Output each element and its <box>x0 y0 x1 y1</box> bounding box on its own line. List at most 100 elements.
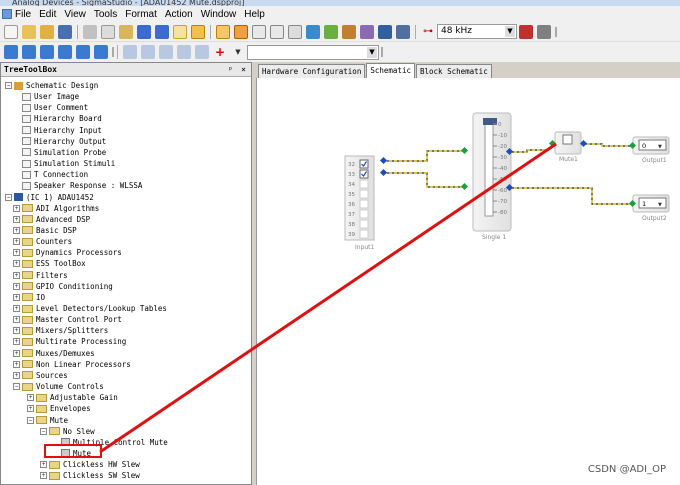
collapse-icon[interactable]: − <box>27 416 34 424</box>
collapse-icon[interactable]: − <box>40 427 47 435</box>
tree-item[interactable]: + Muxes/Demuxes <box>13 348 95 359</box>
tree-item[interactable]: − Schematic Design <box>5 80 98 91</box>
expand-icon[interactable]: + <box>13 338 20 346</box>
tree-item[interactable]: + Level Detectors/Lookup Tables <box>13 303 167 314</box>
menu-format[interactable]: Format <box>125 9 157 20</box>
input-channel-checkbox[interactable] <box>359 159 369 169</box>
expand-icon[interactable]: + <box>40 472 47 480</box>
tab-hardware-configuration[interactable]: Hardware Configuration <box>258 64 366 78</box>
tree-item[interactable]: + ADI Algorithms <box>13 203 99 214</box>
tree-item[interactable]: − Mute <box>27 415 68 426</box>
grid-icon[interactable] <box>191 24 205 39</box>
output1-block[interactable]: 0 ▼ Output1 <box>632 136 670 164</box>
expand-icon[interactable]: + <box>13 271 20 279</box>
snap-icon[interactable] <box>173 24 187 39</box>
menu-tools[interactable]: Tools <box>94 9 117 20</box>
align-bottom-icon[interactable] <box>76 45 90 59</box>
input-channel-checkbox[interactable] <box>359 189 369 199</box>
align-top-icon[interactable] <box>58 45 72 59</box>
input-block[interactable]: 32 33 34 35 36 37 38 39 Input1 <box>344 155 375 251</box>
save-icon[interactable] <box>58 24 72 39</box>
align-icon[interactable] <box>216 24 230 39</box>
module-search-combo[interactable]: ▼ <box>247 44 379 60</box>
add-icon[interactable]: + <box>213 45 227 59</box>
tree-item[interactable]: + GPIO Conditioning <box>13 281 113 292</box>
tree-item[interactable]: + Clickless SW Slew <box>40 470 140 481</box>
tab-block-schematic[interactable]: Block Schematic <box>415 64 492 78</box>
expand-icon[interactable]: + <box>13 316 20 324</box>
input-channel-checkbox[interactable] <box>359 179 369 189</box>
compile-icon[interactable] <box>324 24 338 39</box>
expand-icon[interactable]: + <box>13 360 20 368</box>
dropdown-icon[interactable]: ▼ <box>231 45 245 59</box>
expand-icon[interactable]: + <box>13 249 20 257</box>
expand-icon[interactable]: + <box>13 238 20 246</box>
expand-icon[interactable]: + <box>13 293 20 301</box>
tree-item[interactable]: + Adjustable Gain <box>27 392 118 403</box>
tools-icon[interactable] <box>537 24 551 39</box>
copy-icon[interactable] <box>101 24 115 39</box>
tree-item[interactable]: + Clickless HW Slew <box>40 459 140 470</box>
pin-icon[interactable]: ᵖ <box>228 63 233 76</box>
chevron-down-icon[interactable]: ▼ <box>658 144 662 150</box>
expand-icon[interactable]: + <box>13 327 20 335</box>
block3-icon[interactable] <box>159 45 173 59</box>
expand-icon[interactable]: + <box>27 394 34 402</box>
collapse-icon[interactable]: − <box>5 193 12 201</box>
collapse-icon[interactable]: − <box>13 383 20 391</box>
tree-item[interactable]: + Non Linear Processors <box>13 359 131 370</box>
block2-icon[interactable] <box>141 45 155 59</box>
tree-item[interactable]: Simulation Stimuli <box>13 158 115 169</box>
input-channel-checkbox[interactable] <box>359 209 369 219</box>
undo-icon[interactable] <box>137 24 151 39</box>
tree-item[interactable]: − Volume Controls <box>13 381 104 392</box>
expand-icon[interactable]: + <box>13 371 20 379</box>
expand-icon[interactable]: + <box>13 305 20 312</box>
tree-item[interactable]: + Multirate Processing <box>13 336 126 347</box>
tree-item[interactable]: Hierarchy Output <box>13 136 106 147</box>
tree-item[interactable]: + Counters <box>13 236 72 247</box>
expand-icon[interactable]: + <box>13 282 20 290</box>
tree-item[interactable]: User Image <box>13 91 79 102</box>
distribute-icon[interactable] <box>94 45 108 59</box>
redo-icon[interactable] <box>155 24 169 39</box>
block5-icon[interactable] <box>195 45 209 59</box>
open-folder-icon[interactable] <box>40 24 54 39</box>
align-center-icon[interactable] <box>22 45 36 59</box>
menu-action[interactable]: Action <box>165 9 193 20</box>
expand-icon[interactable]: + <box>13 349 20 357</box>
download-icon[interactable] <box>342 24 356 39</box>
output2-block[interactable]: 1 ▼ Output2 <box>632 194 670 222</box>
tree-item[interactable]: + Envelopes <box>27 403 91 414</box>
open-icon[interactable] <box>22 24 36 39</box>
tree-item[interactable]: + Mixers/Splitters <box>13 325 108 336</box>
tree-item[interactable]: + Basic DSP <box>13 225 77 236</box>
close-icon[interactable]: × <box>241 63 246 76</box>
input-channel-checkbox[interactable] <box>359 199 369 209</box>
tree-item[interactable]: + Dynamics Processors <box>13 247 122 258</box>
link-icon[interactable] <box>306 24 320 39</box>
cut-icon[interactable] <box>83 24 97 39</box>
tree-item[interactable]: + Sources <box>13 370 68 381</box>
tree-item[interactable]: + Advanced DSP <box>13 214 90 225</box>
debug-icon[interactable] <box>378 24 392 39</box>
layout2-icon[interactable] <box>270 24 284 39</box>
tree-item[interactable]: Hierarchy Board <box>13 113 102 124</box>
block-icon[interactable] <box>123 45 137 59</box>
tree-item[interactable]: + Filters <box>13 270 68 281</box>
input-channel-checkbox[interactable] <box>359 169 369 179</box>
expand-icon[interactable]: + <box>13 215 20 223</box>
mute-block[interactable]: Mute1 <box>554 131 582 163</box>
expand-icon[interactable]: + <box>13 226 20 234</box>
stop-icon[interactable] <box>396 24 410 39</box>
tree-item[interactable]: + Master Control Port <box>13 314 122 325</box>
schematic-canvas[interactable]: 32 33 34 35 36 37 38 39 Input1 0 -10 -20 -30 -40 -50… <box>256 78 680 485</box>
tree-item[interactable]: − (IC 1) ADAU1452 <box>5 192 94 203</box>
new-icon[interactable] <box>4 24 18 39</box>
tab-schematic[interactable]: Schematic <box>366 63 415 78</box>
input-channel-checkbox[interactable] <box>359 219 369 229</box>
menu-window[interactable]: Window <box>201 9 237 20</box>
layout-icon[interactable] <box>252 24 266 39</box>
group-icon[interactable] <box>234 24 248 39</box>
tree-item[interactable]: + IO <box>13 292 45 303</box>
